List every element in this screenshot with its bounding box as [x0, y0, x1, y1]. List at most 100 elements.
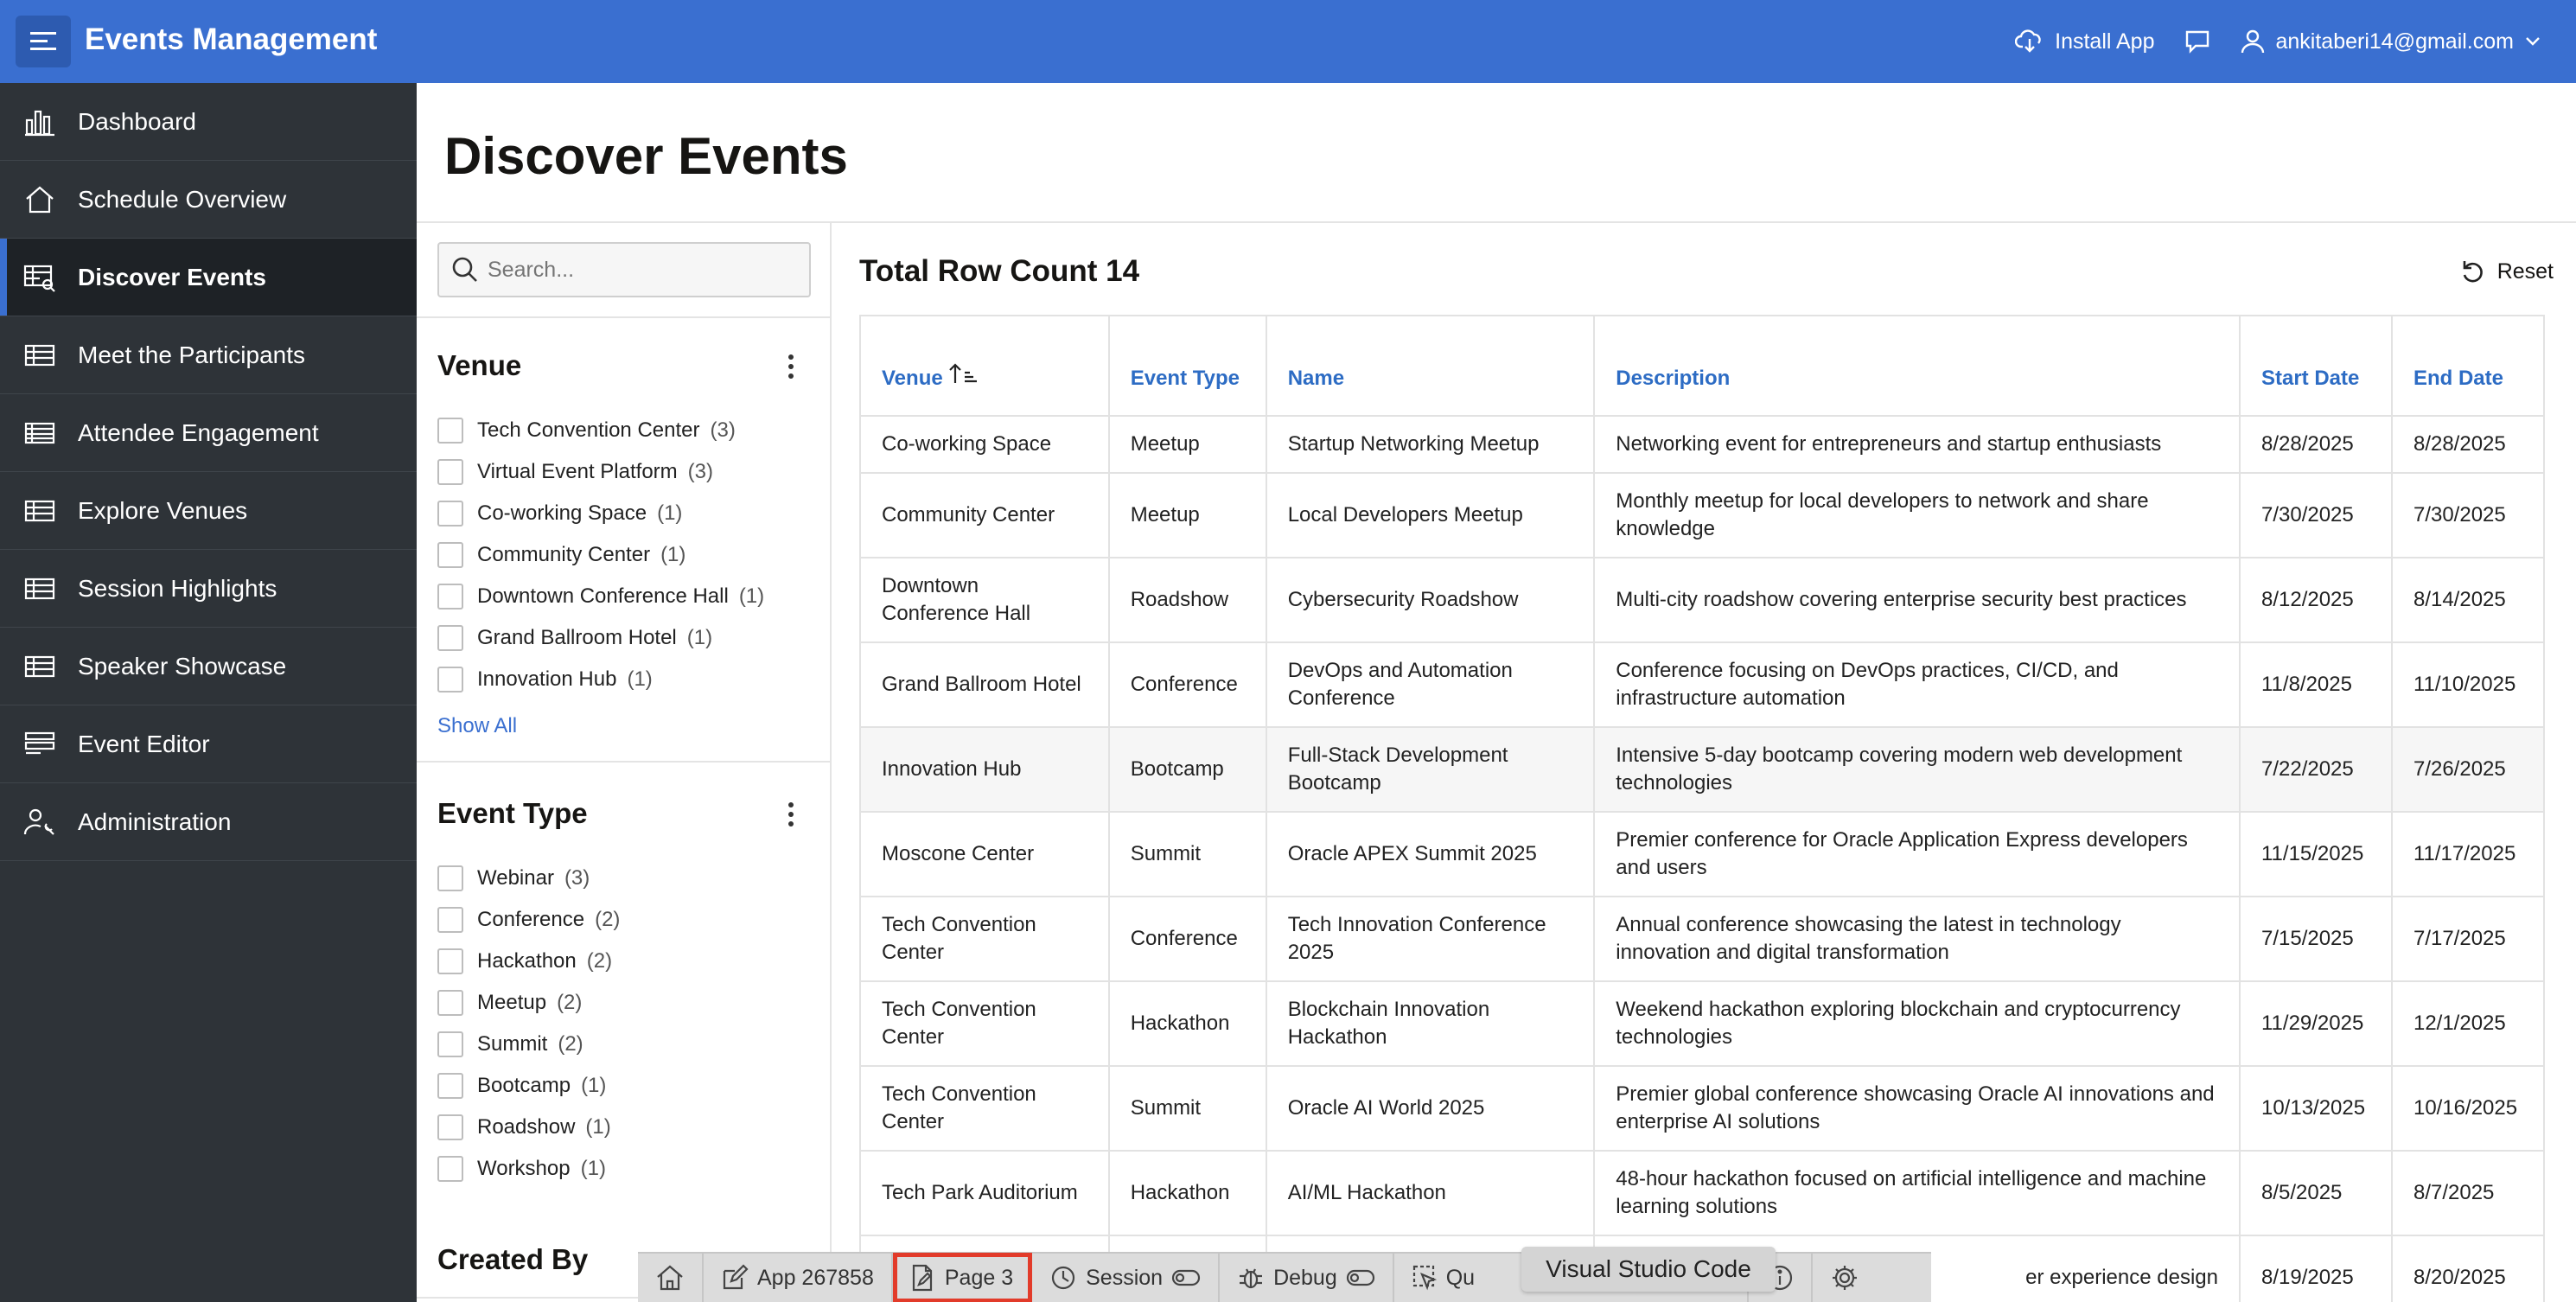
facet-option-event-type[interactable]: Workshop (1): [437, 1148, 620, 1190]
sidebar-item-discover-events[interactable]: Discover Events: [0, 239, 417, 316]
column-header-start-date[interactable]: Start Date: [2238, 315, 2393, 417]
checkbox[interactable]: [437, 948, 463, 974]
reset-button[interactable]: Reset: [2459, 258, 2554, 285]
cell-venue: Grand Ballroom Hotel: [859, 641, 1110, 728]
cell-name: Tech Innovation Conference 2025: [1265, 896, 1596, 982]
sidebar-item-administration[interactable]: Administration: [0, 783, 417, 861]
cell-start-date: 10/13/2025: [2238, 1065, 2393, 1152]
cell-end-date: 8/7/2025: [2390, 1150, 2546, 1236]
checkbox[interactable]: [437, 418, 463, 444]
sidebar-item-attendee-engagement[interactable]: Attendee Engagement: [0, 394, 417, 472]
cell-end-date: 11/17/2025: [2390, 811, 2546, 897]
facet-option-venue[interactable]: Innovation Hub (1): [437, 659, 764, 700]
toolbar-debug-button[interactable]: Debug: [1220, 1253, 1394, 1302]
sidebar-item-label: Event Editor: [78, 730, 210, 757]
facet-option-venue[interactable]: Virtual Event Platform (3): [437, 451, 764, 493]
checkbox[interactable]: [437, 459, 463, 485]
facet-event-type-actions-button[interactable]: [778, 797, 804, 832]
bug-icon: [1240, 1268, 1263, 1289]
facet-option-event-type[interactable]: Conference (2): [437, 899, 620, 941]
cell-venue: Tech Park Auditorium: [859, 1150, 1110, 1236]
cell-end-date: 8/28/2025: [2390, 415, 2546, 474]
cell-name: Oracle APEX Summit 2025: [1265, 811, 1596, 897]
sidebar-item-explore-venues[interactable]: Explore Venues: [0, 472, 417, 550]
facet-option-label: Virtual Event Platform: [477, 460, 678, 483]
facet-option-event-type[interactable]: Roadshow (1): [437, 1107, 620, 1148]
hamburger-icon: [30, 32, 56, 50]
facet-option-venue[interactable]: Community Center (1): [437, 534, 764, 576]
column-header-venue[interactable]: Venue: [859, 315, 1110, 417]
facet-option-venue[interactable]: Grand Ballroom Hotel (1): [437, 617, 764, 659]
facet-option-count: (3): [564, 866, 590, 890]
facet-option-event-type[interactable]: Hackathon (2): [437, 941, 620, 982]
cell-name: Oracle AI World 2025: [1265, 1065, 1596, 1152]
home-icon: [21, 181, 59, 219]
sidebar-item-session-highlights[interactable]: Session Highlights: [0, 550, 417, 628]
search-field[interactable]: [437, 242, 811, 297]
feedback-button[interactable]: [2184, 29, 2211, 54]
sidebar-item-schedule-overview[interactable]: Schedule Overview: [0, 161, 417, 239]
grid-icon: [21, 570, 59, 608]
sidebar-item-event-editor[interactable]: Event Editor: [0, 705, 417, 783]
checkbox[interactable]: [437, 1031, 463, 1057]
facet-option-label: Community Center: [477, 543, 651, 566]
toolbar-home-button[interactable]: [638, 1253, 704, 1302]
install-app-button[interactable]: Install App: [2015, 29, 2154, 54]
cell-start-date: 7/22/2025: [2238, 726, 2393, 813]
toolbar-page-button[interactable]: Page 3: [892, 1253, 1033, 1302]
checkbox[interactable]: [437, 1073, 463, 1099]
column-header-name[interactable]: Name: [1265, 315, 1596, 417]
checkbox[interactable]: [437, 501, 463, 527]
facet-option-event-type[interactable]: Bootcamp (1): [437, 1065, 620, 1107]
user-menu[interactable]: ankitaberi14@gmail.com: [2241, 29, 2541, 54]
table-row: Co-working Space Meetup Startup Networki…: [859, 415, 2546, 474]
table-row: Tech Convention Center Conference Tech I…: [859, 896, 2546, 982]
facet-option-venue[interactable]: Co-working Space (1): [437, 493, 764, 534]
search-input[interactable]: [488, 257, 799, 283]
page-edit-icon: [912, 1264, 932, 1292]
cell-start-date: 8/19/2025: [2238, 1235, 2393, 1302]
sidebar-item-meet-the-participants[interactable]: Meet the Participants: [0, 316, 417, 394]
toolbar-session-button[interactable]: Session: [1032, 1253, 1221, 1302]
checkbox[interactable]: [437, 1114, 463, 1140]
checkbox[interactable]: [437, 625, 463, 651]
checkbox[interactable]: [437, 865, 463, 891]
cell-event-type: Summit: [1107, 811, 1267, 897]
facet-venue-actions-button[interactable]: [778, 349, 804, 384]
checkbox[interactable]: [437, 542, 463, 568]
menu-toggle-button[interactable]: [16, 16, 71, 67]
cell-venue: Moscone Center: [859, 811, 1110, 897]
cell-start-date: 8/5/2025: [2238, 1150, 2393, 1236]
facet-option-label: Innovation Hub: [477, 667, 617, 691]
checkbox[interactable]: [437, 584, 463, 610]
cell-end-date: 7/17/2025: [2390, 896, 2546, 982]
checkbox[interactable]: [437, 1156, 463, 1182]
facet-option-event-type[interactable]: Summit (2): [437, 1024, 620, 1065]
column-header-description[interactable]: Description: [1593, 315, 2241, 417]
checkbox[interactable]: [437, 667, 463, 692]
app-title[interactable]: Events Management: [85, 22, 377, 57]
table-row: Tech Park Auditorium Hackathon AI/ML Hac…: [859, 1150, 2546, 1236]
facet-option-venue[interactable]: Tech Convention Center (3): [437, 410, 764, 451]
toolbar-page-label: Page 3: [944, 1265, 1014, 1290]
facet-option-venue[interactable]: Downtown Conference Hall (1): [437, 576, 764, 617]
column-header-end-date[interactable]: End Date: [2390, 315, 2546, 417]
checkbox[interactable]: [437, 990, 463, 1016]
toolbar-session-label: Session: [1086, 1265, 1164, 1290]
sidebar-item-speaker-showcase[interactable]: Speaker Showcase: [0, 628, 417, 705]
cursor-select-icon: [1412, 1265, 1437, 1291]
sidebar-item-label: Session Highlights: [78, 574, 277, 602]
cell-name: Blockchain Innovation Hackathon: [1265, 980, 1596, 1067]
cell-start-date: 8/28/2025: [2238, 415, 2393, 474]
toolbar-settings-button[interactable]: [1813, 1253, 1877, 1302]
column-header-event-type[interactable]: Event Type: [1107, 315, 1267, 417]
cell-end-date: 12/1/2025: [2390, 980, 2546, 1067]
show-all-link[interactable]: Show All: [437, 714, 517, 738]
facet-option-event-type[interactable]: Webinar (3): [437, 858, 620, 899]
sidebar-item-dashboard[interactable]: Dashboard: [0, 83, 417, 161]
facet-option-event-type[interactable]: Meetup (2): [437, 982, 620, 1024]
cell-end-date: 8/14/2025: [2390, 557, 2546, 643]
checkbox[interactable]: [437, 907, 463, 933]
facet-title-event-type: Event Type: [437, 797, 588, 829]
toolbar-app-button[interactable]: App 267858: [704, 1253, 893, 1302]
